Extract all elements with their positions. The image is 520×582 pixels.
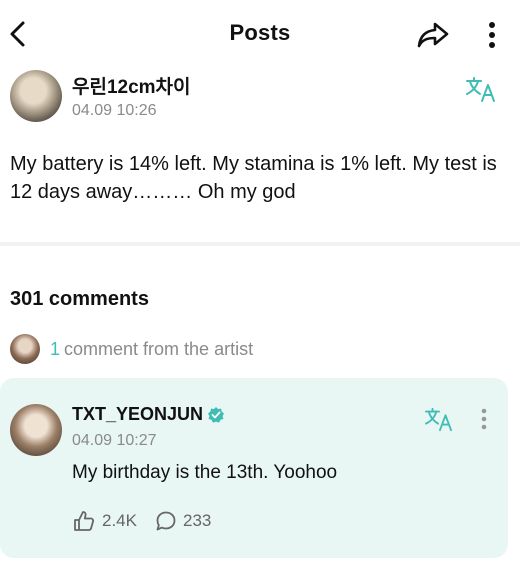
translate-icon (425, 407, 453, 432)
more-vertical-icon (489, 22, 495, 48)
post-body-text: My battery is 14% left. My stamina is 1%… (10, 153, 497, 203)
artist-avatar (10, 334, 40, 364)
artist-comment-label: comment from the artist (64, 338, 254, 359)
comment-icon (156, 511, 176, 531)
translate-icon (466, 77, 495, 102)
comment-actions: 2.4K 233 (72, 508, 229, 534)
comment-body-text: My birthday is the 13th. Yoohoo (72, 462, 338, 483)
top-bar: Posts (0, 0, 520, 68)
back-button[interactable] (4, 18, 32, 50)
comments-count-heading: 301 comments (10, 288, 149, 310)
comment-more-button[interactable] (472, 404, 496, 434)
comment-author-avatar[interactable] (10, 404, 62, 456)
comment-translate-button[interactable] (422, 404, 456, 434)
artist-comments-link[interactable]: 1 comment from the artist (10, 334, 253, 364)
post-timestamp: 04.09 10:26 (72, 102, 157, 119)
like-icon (74, 511, 95, 531)
comment-author-name[interactable]: TXT_YEONJUN (72, 404, 203, 425)
post-author-name[interactable]: 우린12cm차이 (72, 72, 191, 99)
chevron-left-icon (10, 21, 25, 47)
verified-badge-icon (208, 406, 225, 423)
share-icon (417, 22, 449, 48)
reply-count: 233 (182, 511, 212, 530)
reply-button[interactable]: 233 (155, 510, 211, 532)
more-vertical-icon (481, 408, 487, 430)
comment-author[interactable]: TXT_YEONJUN (72, 404, 225, 425)
like-button[interactable]: 2.4K (72, 510, 137, 532)
post-translate-button[interactable] (464, 74, 498, 104)
comment-timestamp: 04.09 10:27 (72, 432, 157, 449)
share-button[interactable] (414, 18, 452, 52)
like-count: 2.4K (102, 511, 137, 530)
more-options-button[interactable] (478, 18, 506, 52)
post-author-avatar[interactable] (10, 70, 62, 122)
section-divider (0, 242, 520, 246)
artist-comment-count: 1 (50, 338, 61, 359)
